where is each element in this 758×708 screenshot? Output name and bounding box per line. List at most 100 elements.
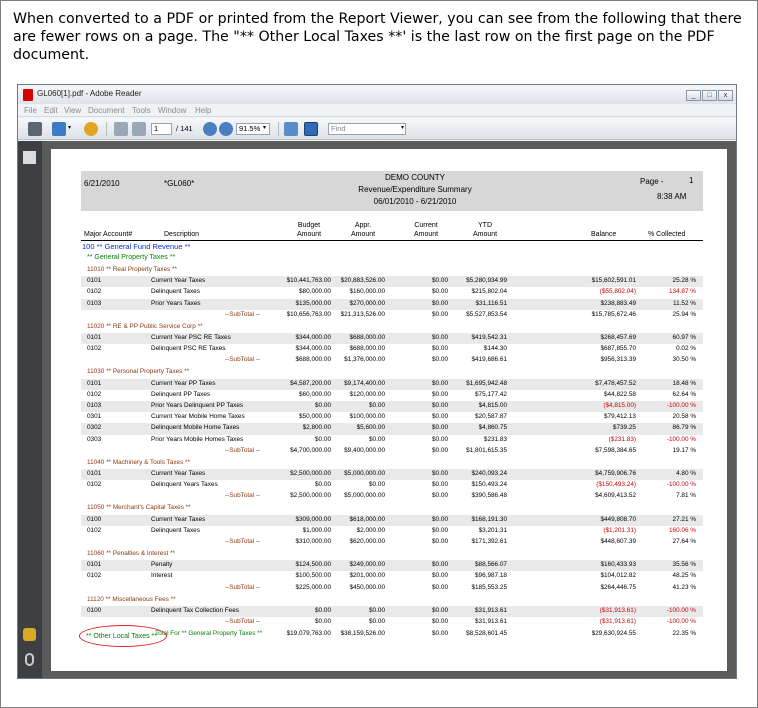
row-current: $0.00 — [432, 435, 448, 443]
close-button[interactable]: x — [718, 90, 733, 101]
row-ytd: $231.83 — [483, 435, 507, 443]
row-current: $0.00 — [432, 515, 448, 523]
email-dropdown-icon[interactable]: ▾ — [68, 124, 71, 131]
subtotal-pct: 41.23 % — [672, 583, 696, 591]
account-description: Delinquent Taxes — [151, 288, 200, 296]
subtotal-pct: 19.17 % — [672, 446, 696, 454]
find-input[interactable]: Find — [328, 123, 406, 135]
collaborate-icon[interactable] — [84, 122, 98, 136]
total-current: $0.00 — [432, 630, 448, 637]
row-balance: $44,822.58 — [604, 390, 636, 398]
report-date-range: 06/01/2010 - 6/21/2010 — [373, 197, 457, 206]
row-current: $0.00 — [432, 334, 448, 341]
row-current: $0.00 — [432, 288, 448, 296]
print-icon[interactable] — [28, 122, 42, 136]
pages-panel-icon[interactable] — [23, 151, 36, 164]
column-account: Major Account# — [84, 231, 133, 238]
comments-icon[interactable] — [23, 628, 36, 641]
next-page-icon[interactable] — [132, 122, 146, 136]
attachment-paperclip-icon[interactable] — [25, 653, 34, 666]
menu-tools[interactable]: Tools — [132, 106, 151, 115]
section-title: 11010 ** Real Property Taxes ** — [87, 266, 177, 273]
row-appr: $249,000.00 — [349, 561, 385, 569]
row-pct: 48.25 % — [672, 572, 696, 580]
menu-bar: File Edit View Document Tools Window Hel… — [18, 104, 736, 117]
account-description: Penalty — [151, 561, 173, 569]
row-pct: 86.79 % — [672, 424, 696, 432]
row-current: $0.00 — [432, 379, 448, 387]
row-pct: 20.58 % — [672, 413, 696, 421]
section-title: 11020 ** RE & PP Public Service Corp ** — [87, 322, 203, 330]
zoom-dropdown-icon[interactable]: ▾ — [263, 124, 266, 131]
account-number: 0101 — [87, 277, 102, 285]
account-description: Delinquent PSC RE Taxes — [151, 345, 226, 353]
row-current: $0.00 — [432, 572, 448, 580]
pdf-page: 6/21/2010 *GL060* DEMO COUNTY Revenue/Ex… — [51, 149, 727, 671]
account-number: 0303 — [87, 435, 102, 443]
menu-document[interactable]: Document — [88, 106, 124, 115]
previous-page-icon[interactable] — [114, 122, 128, 136]
toolbar-separator — [106, 122, 107, 136]
menu-file[interactable]: File — [24, 106, 37, 115]
column-appr: Appr. — [354, 222, 372, 229]
toolbar-separator — [278, 122, 279, 136]
row-balance: $739.25 — [612, 424, 636, 432]
section-title: 11120 ** Miscellaneous Fees ** — [87, 595, 176, 603]
zoom-in-icon[interactable] — [219, 122, 233, 136]
row-current: $0.00 — [432, 402, 448, 409]
row-pct: 25.28 % — [672, 277, 696, 285]
section-title: 11040 ** Machinery & Tools Taxes ** — [87, 458, 191, 466]
row-current: $0.00 — [432, 481, 448, 489]
toolbar: ▾ 1 / 141 91.5% ▾ Find ▾ — [18, 118, 736, 140]
row-appr: $201,000.00 — [349, 572, 385, 580]
subtotal-pct: 25.94 % — [672, 310, 696, 318]
account-number: 0102 — [87, 526, 102, 534]
subtotal-appr: $5,000,000.00 — [344, 492, 385, 500]
report-date: 6/21/2010 — [84, 179, 120, 188]
account-description: Prior Years Taxes — [151, 299, 201, 307]
category-label: ** General Property Taxes ** — [87, 254, 176, 261]
column-current: Current — [414, 222, 438, 229]
row-appr: $2,000.00 — [356, 526, 385, 534]
fund-label: 100 ** General Fund Revenue ** — [82, 242, 191, 251]
maximize-button[interactable]: □ — [702, 90, 717, 101]
row-ytd: $31,116.51 — [475, 299, 507, 307]
account-number: 0100 — [87, 606, 102, 614]
zoom-out-icon[interactable] — [203, 122, 217, 136]
document-area[interactable]: 6/21/2010 *GL060* DEMO COUNTY Revenue/Ex… — [42, 141, 736, 678]
subtotal-balance: $956,313.39 — [600, 356, 636, 364]
row-current: $0.00 — [432, 413, 448, 421]
find-dropdown-icon[interactable]: ▾ — [401, 124, 404, 131]
section-title: 11050 ** Merchant's Capital Taxes ** — [87, 504, 191, 512]
subtotal-ytd: $171,392.61 — [471, 538, 507, 545]
menu-view[interactable]: View — [64, 106, 81, 115]
account-number: 0101 — [87, 470, 102, 477]
row-balance: ($1,201.31) — [603, 526, 636, 534]
row-balance: ($150,493.24) — [596, 481, 636, 489]
account-number: 0101 — [87, 561, 102, 569]
account-number: 0301 — [87, 413, 102, 421]
menu-edit[interactable]: Edit — [44, 106, 58, 115]
fit-page-icon[interactable] — [284, 122, 298, 136]
row-pct: -100.00 % — [666, 435, 696, 443]
row-ytd: $168,191.30 — [471, 515, 507, 523]
minimize-button[interactable]: _ — [686, 90, 701, 101]
subtotal-appr: $1,376,000.00 — [344, 356, 385, 364]
page-number-input[interactable]: 1 — [151, 123, 172, 135]
row-balance: $79,412.13 — [604, 413, 636, 421]
email-icon[interactable] — [52, 122, 66, 136]
row-ytd: $419,542.31 — [471, 334, 507, 341]
annotation-circle — [79, 625, 167, 647]
adobe-reader-window: GL060[1].pdf - Adobe Reader _ □ x File E… — [17, 84, 737, 679]
fit-width-icon[interactable] — [304, 122, 318, 136]
account-number: 0101 — [87, 334, 102, 341]
menu-window[interactable]: Window — [158, 106, 186, 115]
menu-help[interactable]: Help — [195, 106, 211, 115]
row-current: $0.00 — [432, 561, 448, 569]
row-balance: $15,602,591.01 — [591, 277, 636, 285]
row-pct: 18.48 % — [672, 379, 696, 387]
row-ytd: $31,913.61 — [475, 606, 507, 614]
account-description: Delinquent PP Taxes — [151, 390, 211, 398]
row-appr: $0.00 — [369, 481, 385, 489]
subtotal-appr: $0.00 — [369, 618, 385, 625]
